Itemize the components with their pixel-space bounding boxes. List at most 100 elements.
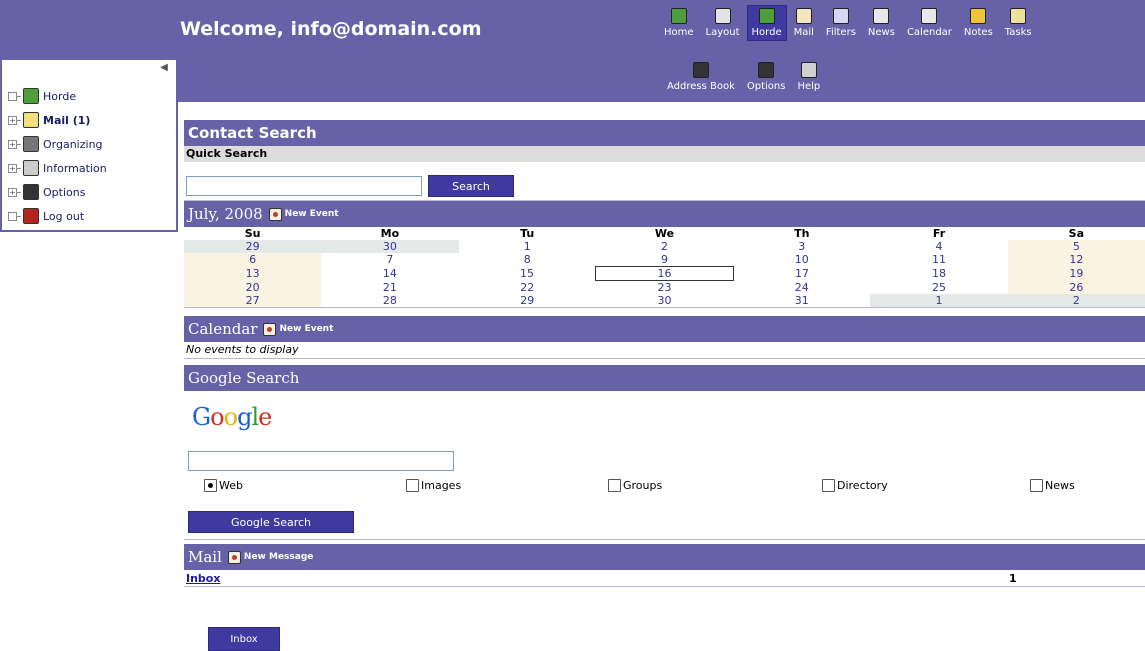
nav-horde[interactable]: Horde [746, 5, 787, 41]
calendar-new-event-label: New Event [279, 324, 334, 334]
main-content: Contact Search Quick Search Search July,… [184, 120, 1145, 587]
expand-icon[interactable]: + [8, 139, 17, 149]
organizing-icon [23, 136, 39, 152]
tasks-icon [1010, 8, 1027, 24]
leaf-node-icon[interactable] [8, 91, 17, 101]
sidebar-item-mail-1[interactable]: + Mail (1) [8, 108, 107, 132]
calendar-day-cell[interactable]: 20 [184, 280, 322, 294]
calendar-day-cell[interactable]: 14 [321, 267, 458, 281]
quick-search-input[interactable] [186, 176, 422, 196]
calendar-day-cell[interactable]: 29 [184, 240, 322, 253]
inbox-link[interactable]: Inbox [186, 572, 220, 585]
nav-label: Horde [751, 27, 782, 38]
radio-button[interactable] [406, 479, 419, 492]
calendar-day-cell[interactable]: 11 [870, 253, 1007, 267]
nav-tasks[interactable]: Tasks [1001, 6, 1036, 40]
nav-home[interactable]: Home [660, 6, 698, 40]
calendar-day-cell[interactable]: 26 [1007, 280, 1145, 294]
calendar-day-cell[interactable]: 2 [596, 240, 733, 253]
calendar-new-event-link[interactable]: New Event [263, 322, 334, 336]
calendar-day-cell[interactable]: 1 [870, 294, 1008, 307]
nav-layout[interactable]: Layout [702, 6, 744, 40]
google-option-images[interactable]: Images [406, 479, 461, 492]
google-search-header: Google Search [184, 365, 1145, 391]
google-option-groups[interactable]: Groups [608, 479, 662, 492]
calendar-day-cell[interactable]: 8 [459, 253, 596, 267]
calendar-day-cell[interactable]: 23 [596, 281, 733, 294]
calendar-day-cell[interactable]: 3 [733, 240, 870, 253]
calendar-day-cell[interactable]: 12 [1007, 253, 1145, 267]
nav-label: Tasks [1004, 27, 1032, 38]
primary-nav: Home Layout Horde Mail Filters News Calendar No… [660, 5, 1040, 41]
radio-button[interactable] [204, 479, 217, 492]
leaf-node-icon[interactable] [8, 211, 17, 221]
calendar-day-cell[interactable]: 17 [733, 267, 870, 281]
nav-label: Mail [793, 27, 814, 38]
calendar-day-cell[interactable]: 6 [184, 253, 322, 267]
calendar-day-cell[interactable]: 13 [184, 266, 322, 281]
calendar-day-cell[interactable]: 22 [459, 281, 596, 295]
nav-notes[interactable]: Notes [960, 6, 997, 40]
nav-options[interactable]: Options [743, 60, 790, 94]
logout-icon [23, 208, 39, 224]
calendar-day-cell[interactable]: 24 [733, 281, 870, 295]
layout-icon [714, 8, 731, 24]
sidebar-item-label: Information [43, 161, 107, 175]
calendar-day-cell[interactable]: 27 [184, 294, 322, 307]
calendar-day-cell[interactable]: 4 [870, 240, 1007, 253]
nav-address-book[interactable]: Address Book [663, 60, 739, 94]
calendar-day-cell[interactable]: 28 [321, 294, 458, 307]
nav-calendar[interactable]: Calendar [903, 6, 956, 40]
radio-button[interactable] [822, 479, 835, 492]
calendar-today-cell[interactable]: 16 [595, 266, 734, 281]
nav-filters[interactable]: Filters [822, 6, 860, 40]
mail-block: Mail New Message Inbox 1 [184, 544, 1145, 587]
calendar-day-cell[interactable]: 21 [321, 281, 458, 295]
expand-icon[interactable]: + [8, 115, 17, 125]
new-message-link[interactable]: New Message [227, 550, 313, 564]
weekday-fr: Fr [932, 227, 946, 240]
google-search-input[interactable] [188, 451, 454, 471]
sidebar-item-information[interactable]: + Information [8, 156, 107, 180]
calendar-day-cell[interactable]: 10 [733, 253, 870, 267]
inbox-button[interactable]: Inbox [208, 627, 280, 651]
nav-label: News [867, 27, 895, 38]
google-option-directory[interactable]: Directory [822, 479, 888, 492]
calendar-day-cell[interactable]: 19 [1007, 266, 1145, 281]
calendar-day-cell[interactable]: 9 [596, 253, 733, 267]
calendar-day-cell[interactable]: 30 [596, 294, 733, 307]
calendar-day-cell[interactable]: 30 [321, 240, 459, 253]
calendar-day-cell[interactable]: 15 [459, 267, 596, 281]
sidebar-item-log-out[interactable]: Log out [8, 204, 107, 228]
calendar-week-row: 13 14 15 16 17 18 19 [184, 266, 1145, 281]
sidebar-item-options[interactable]: + Options [8, 180, 107, 204]
collapse-sidebar-icon[interactable]: ◀ [158, 62, 170, 74]
expand-icon[interactable]: + [8, 163, 17, 173]
calendar-day-cell[interactable]: 2 [1007, 294, 1145, 307]
google-option-web[interactable]: Web [204, 479, 243, 492]
options-icon [758, 62, 775, 78]
sidebar-item-organizing[interactable]: + Organizing [8, 132, 107, 156]
nav-mail[interactable]: Mail [790, 6, 818, 40]
weekday-header-row: Su Mo Tu We Th Fr Sa [184, 227, 1145, 240]
search-button[interactable]: Search [428, 175, 514, 197]
nav-help[interactable]: Help [793, 60, 824, 94]
google-search-button[interactable]: Google Search [188, 511, 354, 533]
calendar-day-cell[interactable]: 1 [459, 240, 596, 253]
weekday-mo: Mo [380, 227, 400, 240]
calendar-day-cell[interactable]: 7 [321, 253, 458, 267]
calendar-day-cell[interactable]: 29 [459, 294, 596, 307]
google-option-news[interactable]: News [1030, 479, 1075, 492]
expand-icon[interactable]: + [8, 187, 17, 197]
calendar-day-cell[interactable]: 25 [870, 281, 1007, 295]
calendar-day-cell[interactable]: 18 [870, 267, 1007, 281]
contact-search-block: Contact Search Quick Search Search [184, 120, 1145, 201]
sidebar-item-horde[interactable]: Horde [8, 84, 107, 108]
month-calendar-block: July, 2008 New Event Su Mo Tu We Th Fr Sa 29 30… [184, 201, 1145, 308]
new-event-link[interactable]: New Event [268, 207, 339, 221]
radio-button[interactable] [608, 479, 621, 492]
calendar-day-cell[interactable]: 5 [1007, 240, 1145, 253]
radio-button[interactable] [1030, 479, 1043, 492]
calendar-day-cell[interactable]: 31 [733, 294, 870, 307]
nav-news[interactable]: News [864, 6, 899, 40]
